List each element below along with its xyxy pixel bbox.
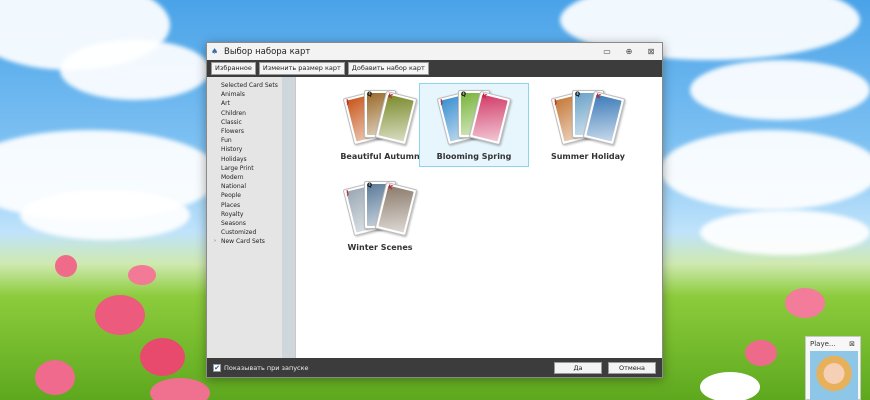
card-artwork bbox=[472, 94, 508, 142]
ok-button[interactable]: Да bbox=[554, 361, 602, 374]
card-rank-icon: K bbox=[387, 92, 394, 101]
card-fan: JQK bbox=[538, 88, 638, 154]
sidebar-item-label: New Card Sets bbox=[221, 238, 265, 246]
card-rank-icon: Q bbox=[367, 91, 373, 98]
resize-cards-button[interactable]: Изменить размер карт bbox=[258, 62, 345, 75]
card-set-gallery: JQK Beautiful Autumn JQK Blooming Spring… bbox=[296, 77, 662, 358]
app-icon: ♠ bbox=[211, 47, 219, 56]
card-set-dialog: ♠ Выбор набора карт ▭ ⊕ ⊠ Избранное Изме… bbox=[206, 42, 663, 378]
card-rank-icon: Q bbox=[367, 182, 373, 189]
expand-arrow-icon[interactable]: › bbox=[214, 237, 216, 246]
card-rank-icon: K bbox=[387, 183, 394, 192]
card-fan: JQK bbox=[330, 88, 430, 154]
show-on-start-label: Показывать при запуске bbox=[224, 363, 309, 372]
title-bar[interactable]: ♠ Выбор набора карт ▭ ⊕ ⊠ bbox=[207, 43, 662, 60]
toolbar: Избранное Изменить размер карт Добавить … bbox=[207, 60, 662, 77]
minimize-icon[interactable]: ▭ bbox=[596, 43, 618, 60]
card-rank-icon: Q bbox=[575, 91, 581, 98]
card-set-winter-scenes[interactable]: JQK Winter Scenes bbox=[325, 174, 435, 258]
card-artwork bbox=[378, 94, 414, 142]
dialog-footer: ✔ Показывать при запуске Да Отмена bbox=[207, 358, 662, 377]
card-set-summer-holiday[interactable]: JQK Summer Holiday bbox=[533, 83, 643, 167]
window-title: Выбор набора карт bbox=[224, 46, 311, 57]
sidebar-scroll-strip bbox=[282, 77, 295, 358]
category-sidebar: Selected Card Sets Animals Art Children Clas… bbox=[207, 77, 296, 358]
favorites-button[interactable]: Избранное bbox=[211, 62, 256, 75]
maximize-icon[interactable]: ⊕ bbox=[618, 43, 640, 60]
player-label: Playe... bbox=[810, 340, 836, 348]
close-icon[interactable]: ⊠ bbox=[849, 340, 855, 348]
card-rank-icon: K bbox=[481, 92, 488, 101]
avatar[interactable] bbox=[810, 351, 858, 400]
card-set-blooming-spring[interactable]: JQK Blooming Spring bbox=[419, 83, 529, 167]
card-rank-icon: Q bbox=[461, 91, 467, 98]
player-panel: Playe... ⊠ bbox=[805, 336, 861, 400]
show-on-start-checkbox[interactable]: ✔ bbox=[213, 363, 221, 372]
close-icon[interactable]: ⊠ bbox=[640, 43, 662, 60]
cancel-button[interactable]: Отмена bbox=[608, 361, 656, 374]
card-artwork bbox=[586, 94, 622, 142]
card-artwork bbox=[378, 185, 414, 233]
add-card-set-button[interactable]: Добавить набор карт bbox=[347, 62, 429, 75]
card-rank-icon: K bbox=[595, 92, 602, 101]
card-fan: JQK bbox=[424, 88, 524, 154]
card-fan: JQK bbox=[330, 179, 430, 245]
